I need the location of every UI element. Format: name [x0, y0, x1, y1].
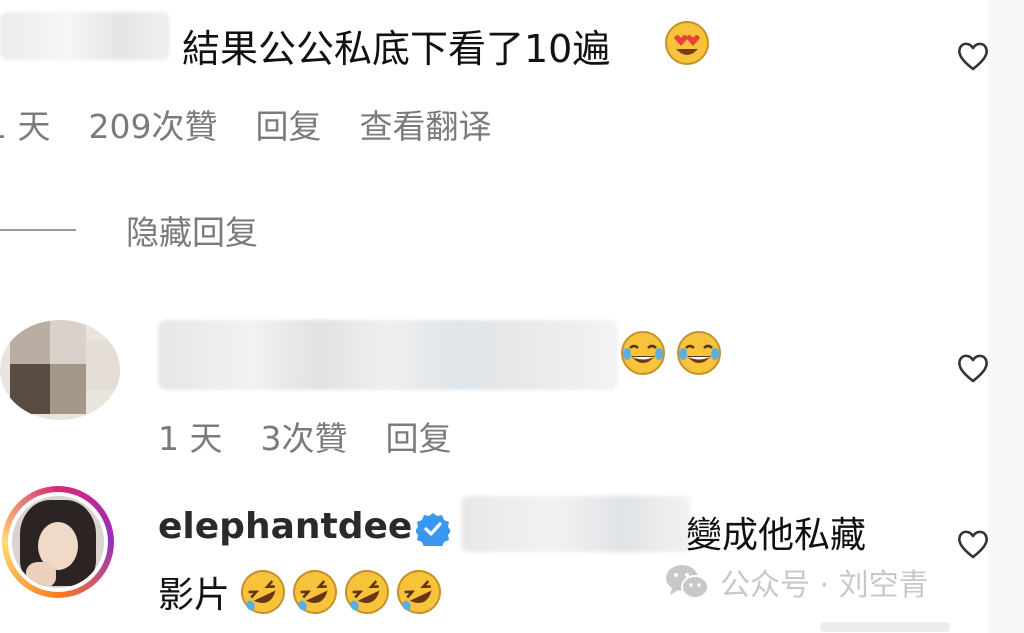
comment-meta: 1 天 209次贊 回复 查看翻译 [0, 100, 492, 148]
faint-bottom-text [820, 622, 950, 632]
blurred-username [0, 12, 170, 60]
blurred-avatar[interactable] [0, 320, 120, 420]
like-heart-icon[interactable] [956, 40, 990, 72]
comment-time: 1 天 [0, 107, 51, 146]
comment-meta: 1 天 3次贊 回复 [158, 412, 452, 460]
tears-of-joy-emoji-icon [621, 331, 665, 375]
comment-text-line1: 變成他私藏 [686, 515, 867, 556]
like-heart-icon[interactable] [956, 528, 990, 560]
hide-replies-label: 隐藏回复 [126, 213, 258, 252]
tears-of-joy-emoji-icon [677, 331, 721, 375]
comment-text-line2: 影片 [158, 575, 231, 616]
avatar [12, 496, 104, 588]
wechat-icon [666, 565, 709, 599]
watermark-text: 公众号 · 刘空青 [720, 568, 929, 603]
likes-count[interactable]: 3次贊 [261, 412, 348, 460]
verified-badge-icon [416, 513, 450, 546]
divider-line [0, 229, 76, 231]
comment-text-line2-row: 影片 [158, 566, 442, 618]
reply-button[interactable]: 回复 [256, 100, 322, 148]
likes-count[interactable]: 209次贊 [89, 100, 218, 148]
rolling-laughing-emoji-icon [241, 570, 286, 614]
emoji-group [620, 330, 722, 376]
story-ring-avatar[interactable] [2, 486, 114, 598]
rolling-laughing-emoji-icon [345, 570, 390, 614]
like-heart-icon[interactable] [956, 352, 990, 384]
rolling-laughing-emoji-icon [397, 570, 442, 614]
comment-text: 結果公公私底下看了10遍 [182, 27, 611, 71]
blurred-mention [462, 496, 690, 552]
hide-replies-toggle[interactable]: 隐藏回复 [0, 206, 258, 254]
heart-eyes-emoji-icon [665, 21, 709, 65]
comment-time: 1 天 [158, 419, 223, 458]
right-edge-strip [988, 0, 1024, 633]
reply-button[interactable]: 回复 [386, 412, 452, 460]
username[interactable]: elephantdee [158, 506, 412, 547]
rolling-laughing-emoji-icon [293, 570, 338, 614]
blurred-username-and-text [158, 320, 618, 390]
wechat-watermark: 公众号 · 刘空青 [664, 560, 929, 604]
translate-button[interactable]: 查看翻译 [360, 100, 492, 148]
